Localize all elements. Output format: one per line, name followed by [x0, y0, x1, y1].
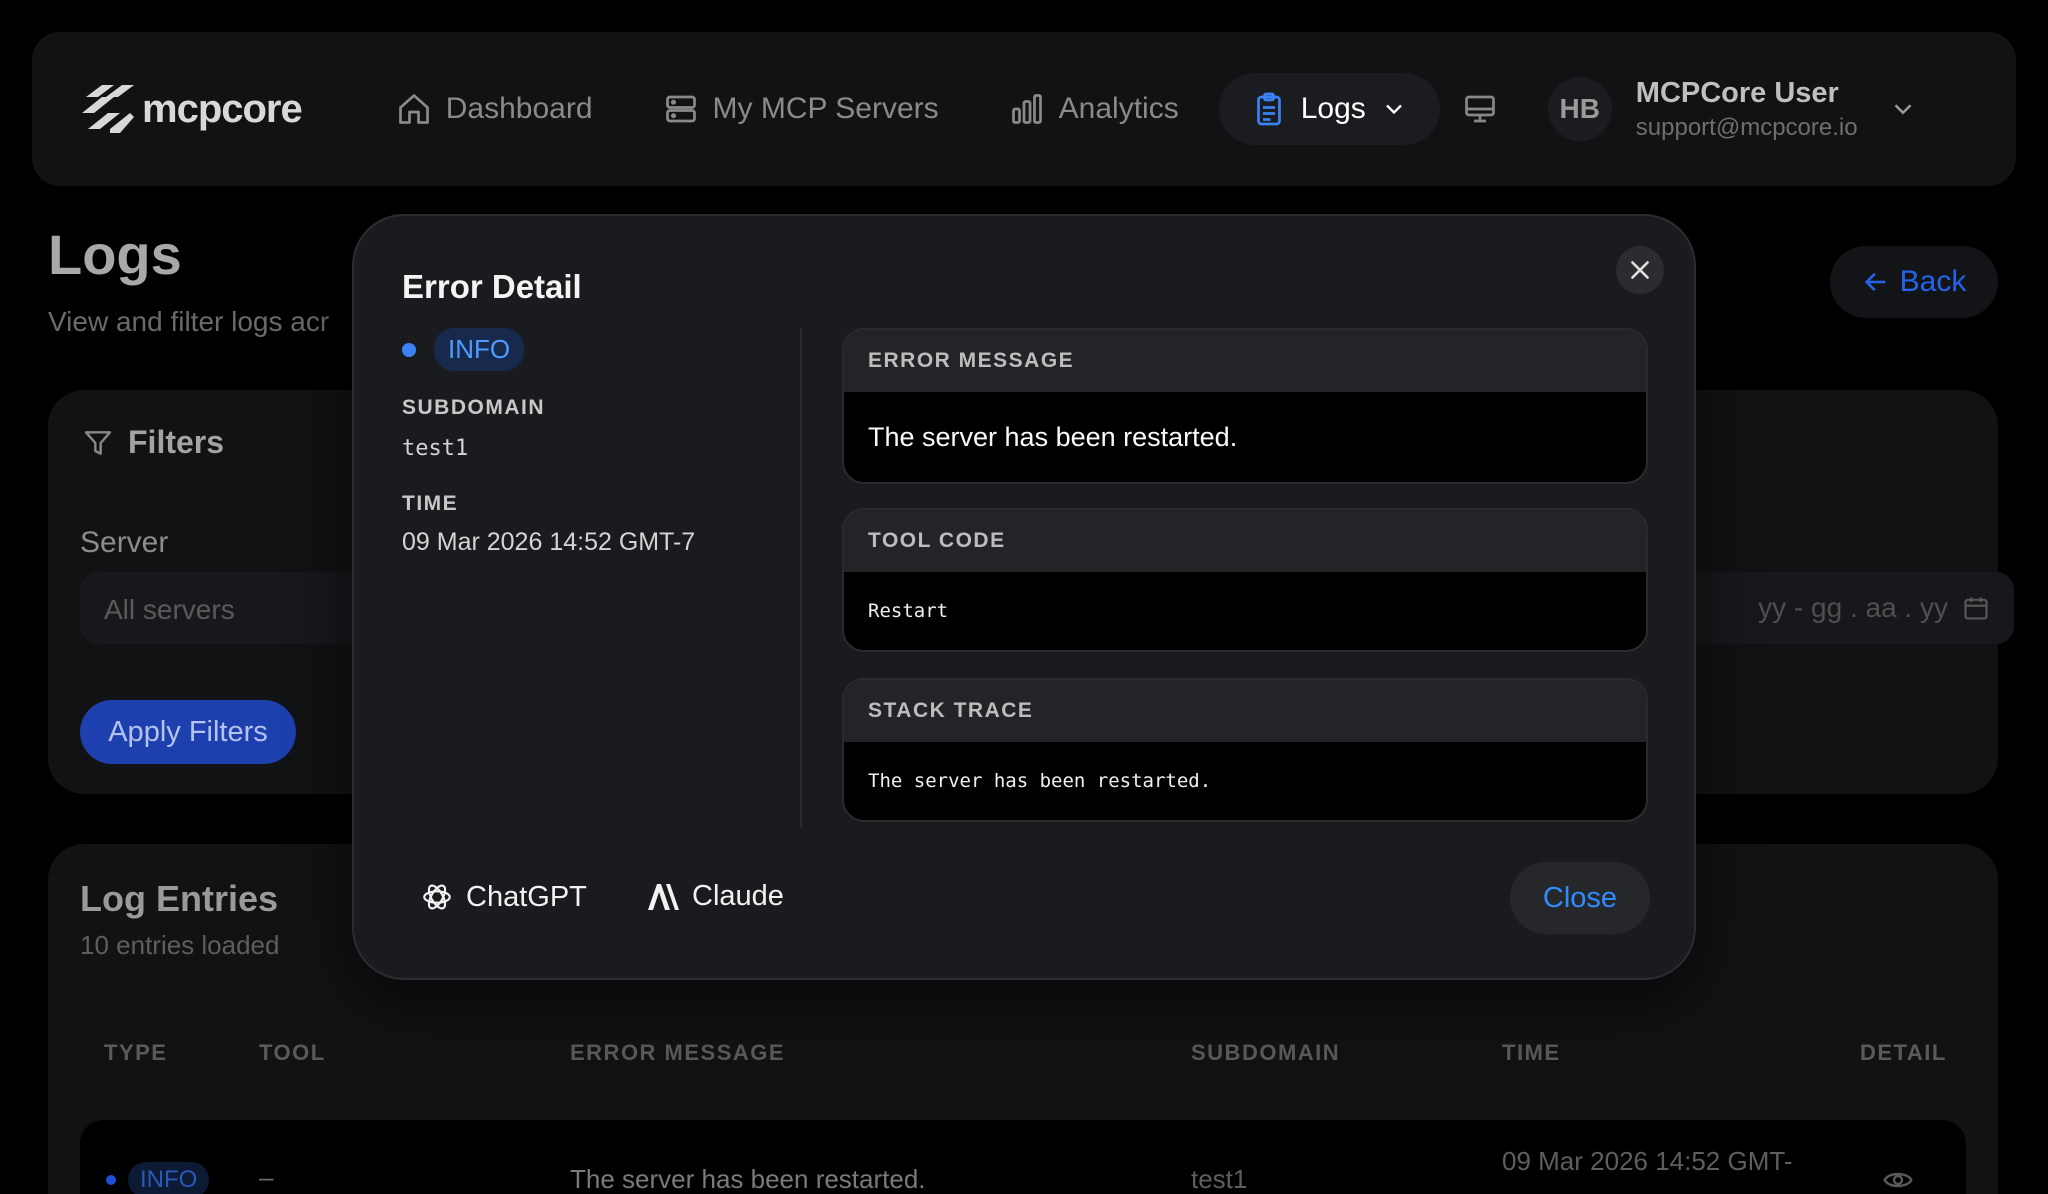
row-error-message: The server has been restarted. — [570, 1164, 926, 1194]
column-header-subdomain[interactable]: SUBDOMAIN — [1191, 1040, 1340, 1066]
subdomain-label: SUBDOMAIN — [402, 396, 545, 419]
logo-text: mcpcore — [142, 86, 303, 131]
level-dot — [402, 342, 416, 357]
tool-code-panel: TOOL CODE Restart — [842, 508, 1648, 652]
stack-trace-label: STACK TRACE — [844, 680, 1646, 742]
monitor-button[interactable] — [1462, 91, 1498, 127]
error-detail-modal: Error Detail INFO SUBDOMAIN test1 TIME 0… — [352, 214, 1696, 980]
avatar[interactable]: HB — [1547, 77, 1612, 141]
row-type-badge: INFO — [128, 1162, 210, 1194]
close-button[interactable]: Close — [1510, 862, 1650, 934]
chevron-down-icon — [1385, 104, 1402, 115]
filters-title: Filters — [82, 424, 224, 461]
stack-trace-value: The server has been restarted. — [868, 770, 1212, 792]
date-placeholder: yy - gg . aa . yy — [1758, 592, 1948, 623]
eye-icon[interactable] — [1882, 1164, 1914, 1194]
chatgpt-button[interactable]: ChatGPT — [420, 880, 587, 914]
back-button-label: Back — [1899, 265, 1967, 298]
claude-button[interactable]: Claude — [646, 880, 784, 913]
chatgpt-label: ChatGPT — [466, 880, 587, 913]
level-indicator: INFO — [402, 328, 525, 371]
user-info[interactable]: MCPCore User support@mcpcore.io — [1636, 77, 1858, 142]
page-title: Logs — [48, 223, 182, 286]
mcpcore-logo-icon — [82, 85, 134, 133]
error-message-label: ERROR MESSAGE — [844, 330, 1646, 392]
time-value: 09 Mar 2026 14:52 GMT-7 — [402, 528, 696, 556]
log-entries-count: 10 entries loaded — [80, 930, 280, 960]
chatgpt-icon — [423, 884, 451, 910]
column-header-detail[interactable]: DETAIL — [1860, 1040, 1947, 1066]
nav-my-mcp-servers[interactable]: My MCP Servers — [663, 91, 939, 127]
nav-dashboard[interactable]: Dashboard — [396, 91, 593, 127]
server-label: Server — [80, 526, 169, 559]
bar-chart-icon — [1011, 94, 1042, 124]
nav-logs-label: Logs — [1300, 92, 1366, 125]
clipboard-icon — [1256, 92, 1281, 126]
subdomain-value: test1 — [402, 436, 469, 461]
monitor-icon — [1464, 95, 1495, 123]
back-button[interactable]: Back — [1830, 246, 1998, 318]
vertical-divider — [800, 328, 802, 828]
user-email: support@mcpcore.io — [1635, 113, 1858, 141]
time-label: TIME — [402, 492, 459, 515]
nav-logs[interactable]: Logs — [1218, 73, 1440, 145]
anthropic-icon — [648, 883, 679, 910]
home-icon — [398, 94, 429, 124]
filter-icon — [84, 430, 112, 455]
nav-analytics-label: Analytics — [1058, 92, 1179, 125]
modal-close-x-button[interactable] — [1616, 246, 1664, 294]
tool-code-label: TOOL CODE — [844, 510, 1646, 572]
server-icon — [665, 95, 696, 123]
level-badge: INFO — [434, 328, 525, 371]
nav-servers-label: My MCP Servers — [712, 92, 939, 125]
logo[interactable]: mcpcore — [80, 83, 303, 135]
user-menu-chevron-icon[interactable] — [1888, 94, 1918, 124]
column-header-type[interactable]: TYPE — [104, 1040, 167, 1066]
column-header-time[interactable]: TIME — [1502, 1040, 1561, 1066]
stack-trace-panel: STACK TRACE The server has been restarte… — [842, 678, 1648, 822]
apply-filters-button[interactable]: Apply Filters — [80, 700, 296, 764]
nav-analytics[interactable]: Analytics — [1009, 91, 1179, 127]
row-time: 09 Mar 2026 14:52 GMT- — [1502, 1146, 1793, 1176]
arrow-left-icon — [1864, 272, 1885, 292]
nav-dashboard-label: Dashboard — [445, 92, 593, 125]
row-type: INFO — [106, 1162, 210, 1194]
modal-title: Error Detail — [402, 268, 582, 305]
log-entries-title: Log Entries — [80, 878, 279, 919]
row-tool: – — [259, 1162, 274, 1192]
table-row[interactable]: INFO – The server has been restarted. te… — [80, 1120, 1966, 1194]
error-message-panel: ERROR MESSAGE The server has been restar… — [842, 328, 1648, 484]
user-name: MCPCore User — [1635, 76, 1839, 109]
filters-title-label: Filters — [128, 424, 225, 460]
status-dot — [106, 1175, 116, 1185]
top-navigation: mcpcore Dashboard My MCP Servers Analyti… — [32, 32, 2016, 186]
page-subtitle: View and filter logs acr — [48, 306, 330, 337]
column-header-error-message[interactable]: ERROR MESSAGE — [570, 1040, 785, 1066]
close-icon — [1631, 261, 1649, 279]
tool-code-value: Restart — [868, 600, 949, 622]
error-message-value: The server has been restarted. — [868, 421, 1238, 452]
calendar-icon[interactable] — [1962, 594, 1990, 622]
column-header-tool[interactable]: TOOL — [259, 1040, 326, 1066]
claude-label: Claude — [692, 880, 784, 912]
row-subdomain: test1 — [1191, 1164, 1248, 1194]
